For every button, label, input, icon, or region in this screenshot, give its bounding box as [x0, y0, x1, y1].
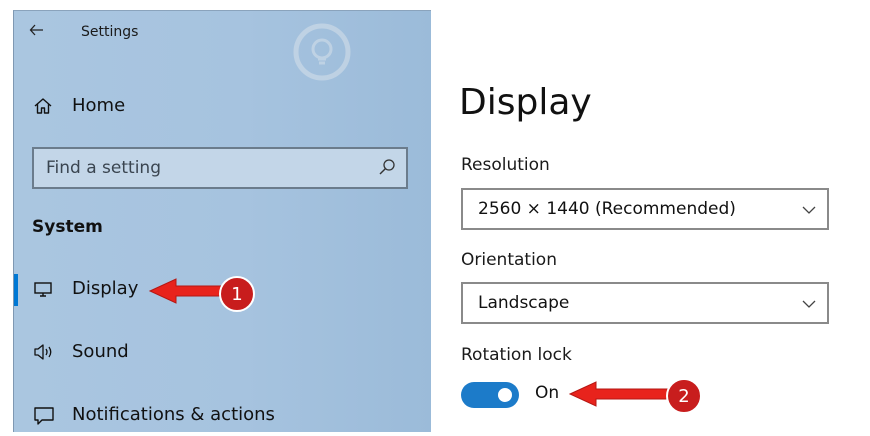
- sidebar-item-notifications-label: Notifications & actions: [72, 404, 275, 425]
- sidebar-item-home-label: Home: [72, 95, 126, 116]
- orientation-label: Orientation: [461, 250, 557, 270]
- toggle-knob: [498, 388, 512, 402]
- resolution-label: Resolution: [461, 155, 550, 175]
- back-arrow-glyph: [29, 24, 43, 36]
- back-arrow-icon[interactable]: [28, 21, 48, 41]
- sidebar-item-display[interactable]: Display: [14, 270, 432, 310]
- annotation-badge-2: [666, 378, 702, 414]
- chat-bubble-icon: [33, 405, 55, 427]
- sidebar-item-home[interactable]: Home: [14, 91, 432, 123]
- annotation-arrow-2: [568, 381, 669, 407]
- sidebar-item-sound[interactable]: Sound: [14, 333, 432, 373]
- settings-window: Settings Home System: [0, 0, 870, 432]
- rotation-lock-label: Rotation lock: [461, 345, 572, 365]
- chevron-down-icon: [801, 296, 817, 310]
- orientation-dropdown[interactable]: Landscape: [461, 282, 829, 324]
- monitor-icon: [33, 279, 55, 301]
- watermark-logo: [292, 18, 592, 88]
- sidebar-item-sound-label: Sound: [72, 341, 129, 362]
- page-title: Display: [459, 82, 592, 123]
- home-icon: [33, 96, 55, 118]
- sidebar-item-notifications[interactable]: Notifications & actions: [14, 396, 432, 436]
- orientation-value: Landscape: [478, 293, 570, 313]
- section-heading-system: System: [32, 217, 103, 237]
- rotation-lock-state: On: [535, 383, 560, 403]
- rotation-lock-toggle[interactable]: [461, 382, 519, 408]
- search-icon[interactable]: [378, 158, 396, 176]
- annotation-badge-2-text: 2: [678, 386, 689, 407]
- app-title: Settings: [81, 24, 139, 40]
- resolution-dropdown[interactable]: 2560 × 1440 (Recommended): [461, 188, 829, 230]
- sidebar-item-display-label: Display: [72, 278, 139, 299]
- speaker-icon: [33, 342, 55, 364]
- chevron-down-icon: [801, 202, 817, 216]
- resolution-value: 2560 × 1440 (Recommended): [478, 199, 736, 219]
- search-input[interactable]: [46, 149, 366, 187]
- lightbulb-icon: [293, 23, 351, 81]
- search-box[interactable]: [32, 147, 408, 189]
